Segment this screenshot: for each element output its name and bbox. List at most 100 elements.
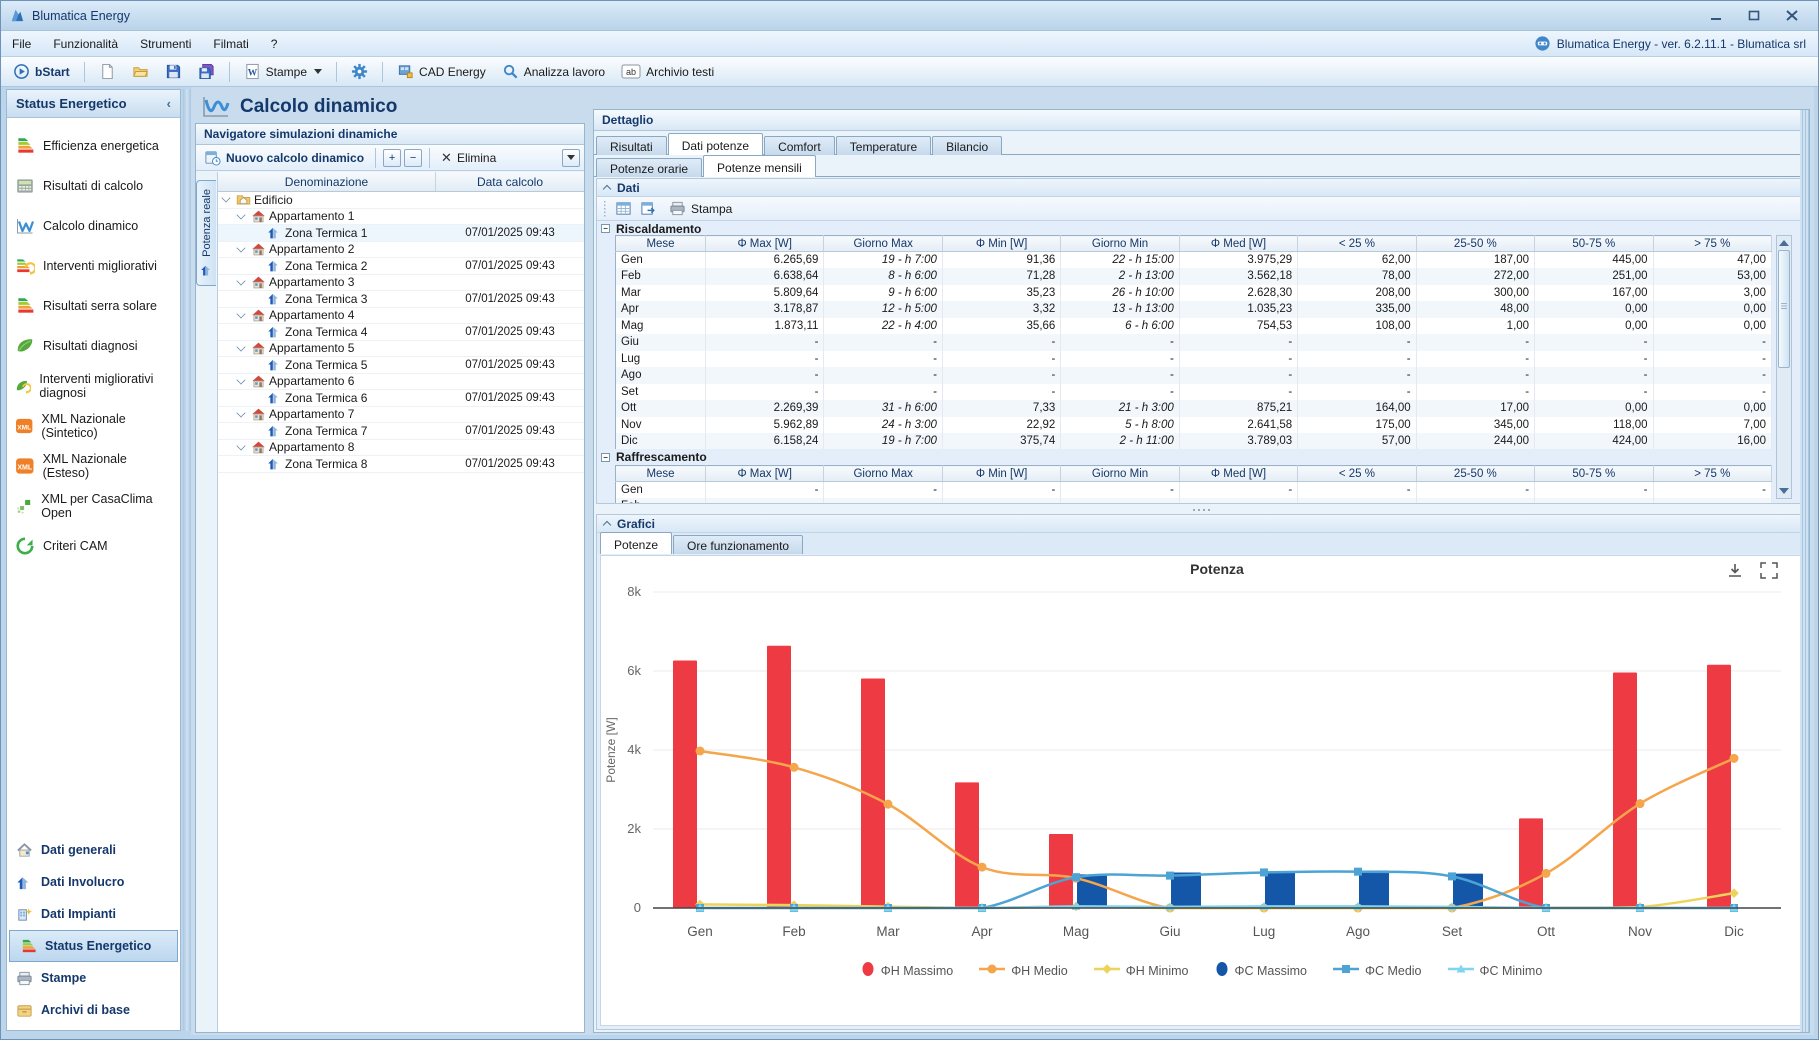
- sections-splitter[interactable]: [596, 506, 1807, 513]
- legend-item-h-massimo[interactable]: ΦH Massimo: [861, 961, 953, 980]
- column-header-25[interactable]: < 25 %: [1298, 466, 1416, 482]
- tree-node-appartamento-4[interactable]: Appartamento 4: [218, 308, 584, 325]
- delete-button[interactable]: ✕ Elimina: [437, 148, 500, 168]
- tab-bilancio[interactable]: Bilancio: [932, 136, 1002, 155]
- maximize-button[interactable]: [1742, 8, 1766, 24]
- expander-icon[interactable]: [236, 309, 245, 318]
- expander-icon[interactable]: [236, 210, 245, 219]
- sidebar-item-calcolo-dinamico[interactable]: Calcolo dinamico: [7, 206, 180, 246]
- sidebar-item-risultati-di-calcolo[interactable]: Risultati di calcolo: [7, 166, 180, 206]
- tree-node-zona-termica-7[interactable]: Zona Termica 707/01/2025 09:43: [218, 423, 584, 440]
- column-header-75[interactable]: > 75 %: [1653, 466, 1772, 482]
- scroll-thumb[interactable]: [1778, 250, 1790, 368]
- column-header-25-50[interactable]: 25-50 %: [1416, 466, 1534, 482]
- open-button[interactable]: [126, 60, 155, 83]
- tree-node-appartamento-7[interactable]: Appartamento 7: [218, 407, 584, 424]
- collapse-box-icon[interactable]: −: [601, 224, 610, 233]
- tree-column-denominazione[interactable]: Denominazione: [218, 172, 436, 191]
- archivio-testi-button[interactable]: ab Archivio testi: [615, 61, 720, 82]
- tree-node-zona-termica-6[interactable]: Zona Termica 607/01/2025 09:43: [218, 390, 584, 407]
- collapse-all-button[interactable]: −: [404, 149, 422, 167]
- sidebar-item-dati-involucro[interactable]: Dati Involucro: [7, 866, 180, 898]
- raffrescamento-group-header[interactable]: − Raffrescamento: [597, 449, 1806, 465]
- column-header-min-w[interactable]: Φ Min [W]: [942, 236, 1060, 252]
- legend-item-c-medio[interactable]: ΦC Medio: [1333, 962, 1422, 979]
- menu-[interactable]: ?: [260, 33, 289, 55]
- sidebar-item-dati-generali[interactable]: Dati generali: [7, 834, 180, 866]
- legend-item-c-massimo[interactable]: ΦC Massimo: [1215, 961, 1307, 980]
- chart-download-icon[interactable]: [1729, 564, 1741, 576]
- sidebar-item-archivi-di-base[interactable]: Archivi di base: [7, 994, 180, 1026]
- column-header-50-75[interactable]: 50-75 %: [1535, 466, 1653, 482]
- grafici-section-header[interactable]: Grafici: [597, 515, 1806, 533]
- export-table-button[interactable]: [640, 200, 657, 217]
- sidebar-item-risultati-diagnosi[interactable]: Risultati diagnosi: [7, 326, 180, 366]
- expander-icon[interactable]: [236, 408, 245, 417]
- legend-item-h-medio[interactable]: ΦH Medio: [979, 962, 1068, 979]
- expander-icon[interactable]: [236, 441, 245, 450]
- expander-icon[interactable]: [236, 243, 245, 252]
- column-header-giorno-min[interactable]: Giorno Min: [1061, 236, 1179, 252]
- tree-node-zona-termica-2[interactable]: Zona Termica 207/01/2025 09:43: [218, 258, 584, 275]
- minimize-button[interactable]: [1704, 8, 1728, 24]
- column-header-25[interactable]: < 25 %: [1298, 236, 1416, 252]
- subtab-potenze-mensili[interactable]: Potenze mensili: [703, 155, 816, 177]
- sidebar-item-xml-per-casaclima-open[interactable]: XML per CasaClima Open: [7, 486, 180, 526]
- tree-node-appartamento-3[interactable]: Appartamento 3: [218, 275, 584, 292]
- menu-file[interactable]: File: [1, 33, 42, 55]
- scroll-up-icon[interactable]: [1779, 240, 1789, 246]
- collapse-box-icon[interactable]: −: [601, 453, 610, 462]
- column-header-giorno-min[interactable]: Giorno Min: [1061, 466, 1179, 482]
- sidebar-item-dati-impianti[interactable]: Dati Impianti: [7, 898, 180, 930]
- menu-strumenti[interactable]: Strumenti: [129, 33, 202, 55]
- menu-funzionalit[interactable]: Funzionalità: [42, 33, 129, 55]
- tree-column-data-calcolo[interactable]: Data calcolo: [436, 172, 584, 191]
- sidebar-item-risultati-serra-solare[interactable]: Risultati serra solare: [7, 286, 180, 326]
- column-header-mese[interactable]: Mese: [616, 236, 706, 252]
- legend-item-h-minimo[interactable]: ΦH Minimo: [1094, 962, 1189, 979]
- cad-energy-button[interactable]: CAD Energy: [391, 60, 492, 83]
- sidebar-item-stampe[interactable]: Stampe: [7, 962, 180, 994]
- sidebar-collapse-icon[interactable]: ‹: [167, 96, 171, 111]
- tab-dati-potenze[interactable]: Dati potenze: [668, 133, 763, 155]
- tree-node-appartamento-5[interactable]: Appartamento 5: [218, 341, 584, 358]
- panel-right-grip[interactable]: [1800, 110, 1809, 1032]
- close-button[interactable]: [1780, 8, 1804, 24]
- dati-vertical-scrollbar[interactable]: [1776, 235, 1792, 499]
- tab-comfort[interactable]: Comfort: [764, 136, 835, 155]
- tab-temperature[interactable]: Temperature: [836, 136, 931, 155]
- new-calc-button[interactable]: Nuovo calcolo dinamico: [200, 147, 368, 168]
- sidebar-item-criteri-cam[interactable]: Criteri CAM: [7, 526, 180, 566]
- column-header-min-w[interactable]: Φ Min [W]: [942, 466, 1060, 482]
- tree-node-edificio[interactable]: Edificio: [218, 192, 584, 209]
- sidebar-item-status-energetico[interactable]: Status Energetico: [9, 930, 178, 962]
- tree-node-appartamento-8[interactable]: Appartamento 8: [218, 440, 584, 457]
- table-view-button[interactable]: [615, 200, 632, 217]
- scroll-down-icon[interactable]: [1779, 488, 1789, 494]
- navigator-more-button[interactable]: [562, 149, 580, 167]
- tree-node-appartamento-2[interactable]: Appartamento 2: [218, 242, 584, 259]
- column-header-med-w[interactable]: Φ Med [W]: [1179, 466, 1297, 482]
- expander-icon[interactable]: [221, 194, 230, 203]
- expander-icon[interactable]: [236, 342, 245, 351]
- legend-item-c-minimo[interactable]: ΦC Minimo: [1448, 962, 1543, 979]
- column-header-med-w[interactable]: Φ Med [W]: [1179, 236, 1297, 252]
- stampe-button[interactable]: W Stampe: [238, 60, 328, 83]
- sidebar-item-xml-nazionale-esteso[interactable]: XMLXML Nazionale (Esteso): [7, 446, 180, 486]
- sidebar-item-interventi-migliorativi[interactable]: Interventi migliorativi: [7, 246, 180, 286]
- tree-node-appartamento-1[interactable]: Appartamento 1: [218, 209, 584, 226]
- sidebar-splitter[interactable]: [183, 89, 191, 1031]
- sidebar-item-interventi-migliorativi-diagnosi[interactable]: Interventi migliorativi diagnosi: [7, 366, 180, 406]
- tree-node-zona-termica-5[interactable]: Zona Termica 507/01/2025 09:43: [218, 357, 584, 374]
- settings-button[interactable]: [345, 60, 374, 83]
- column-header-giorno-max[interactable]: Giorno Max: [824, 236, 942, 252]
- analizza-lavoro-button[interactable]: Analizza lavoro: [496, 60, 611, 83]
- stampa-button[interactable]: Stampa: [665, 198, 736, 219]
- tree-node-zona-termica-8[interactable]: Zona Termica 807/01/2025 09:43: [218, 456, 584, 473]
- menu-filmati[interactable]: Filmati: [202, 33, 259, 55]
- new-file-button[interactable]: [93, 60, 122, 83]
- column-header-max-w[interactable]: Φ Max [W]: [706, 466, 824, 482]
- column-header-max-w[interactable]: Φ Max [W]: [706, 236, 824, 252]
- column-header-25-50[interactable]: 25-50 %: [1416, 236, 1534, 252]
- chart-fullscreen-icon[interactable]: [1761, 563, 1777, 578]
